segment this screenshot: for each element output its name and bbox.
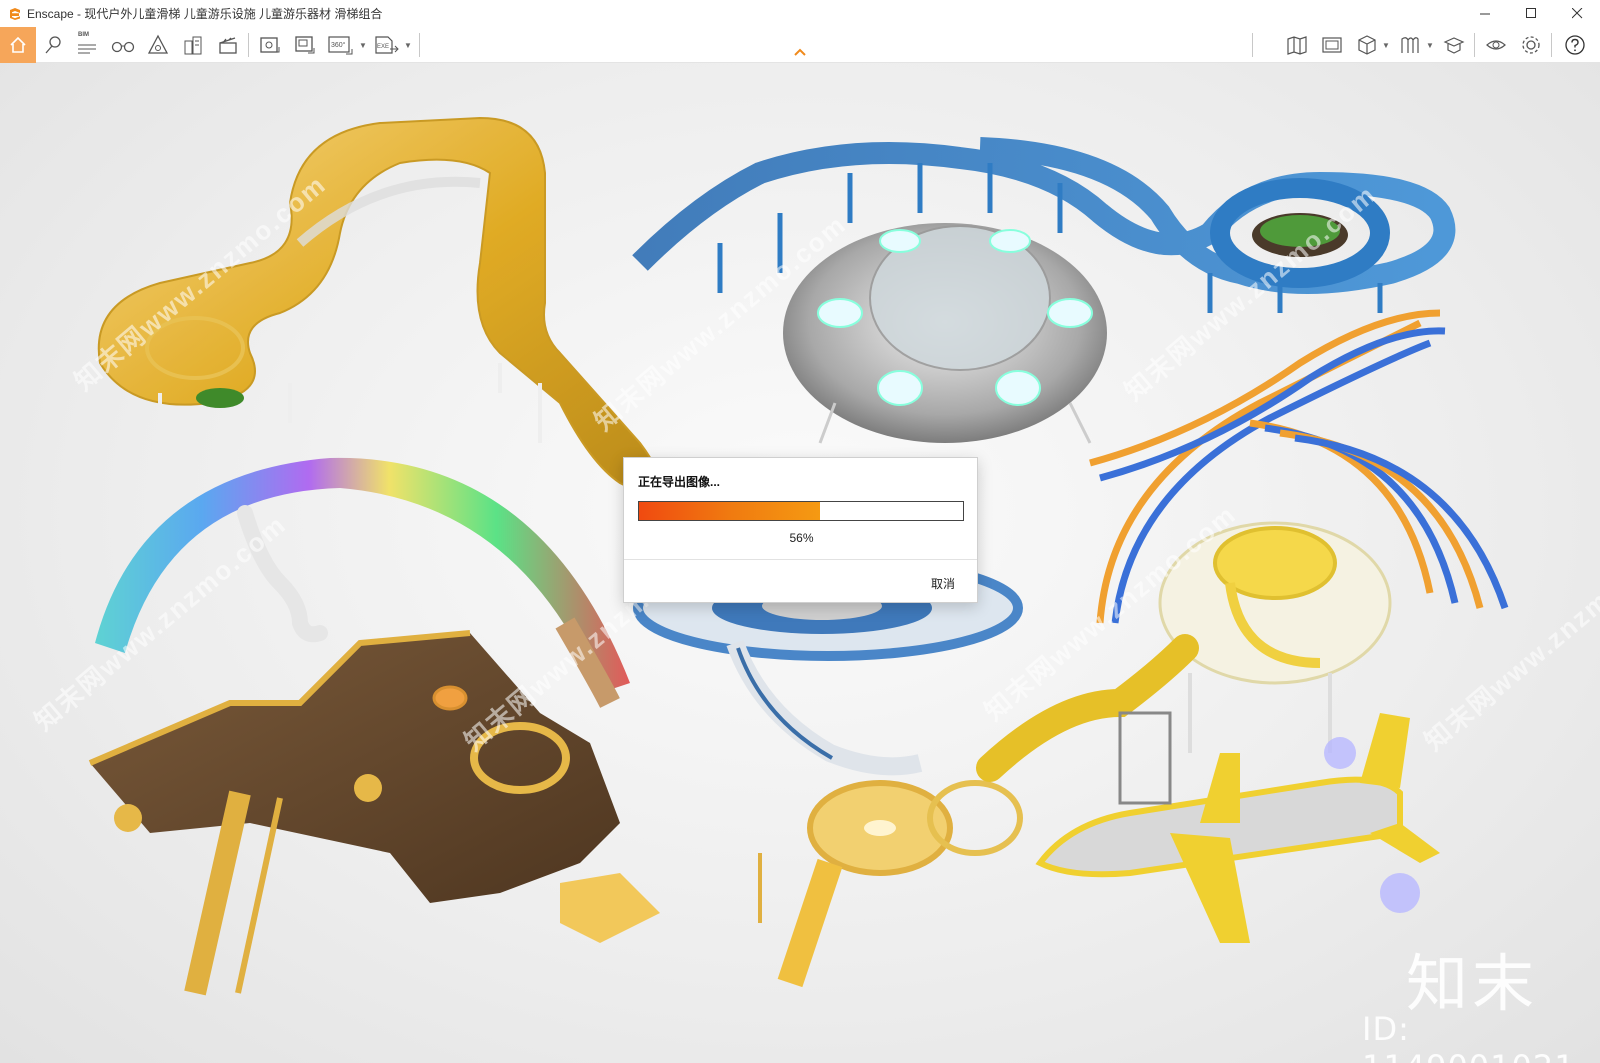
image-icon (1322, 37, 1342, 53)
enscape-logo-icon (10, 7, 20, 20)
progress-fill (639, 502, 821, 520)
dialog-title: 正在导出图像... (638, 475, 721, 489)
settings-icon (1522, 36, 1540, 54)
cube-dropdown-caret-icon[interactable]: ▼ (1382, 41, 1390, 50)
panorama-360-button[interactable]: 360° (328, 33, 356, 57)
toolbar: BIM 360° ▼ EXE ▼ ▼ ▼ (0, 27, 1600, 63)
dialog-divider (624, 559, 977, 560)
toolbar-separator (1474, 33, 1475, 57)
panorama-dropdown-caret-icon[interactable]: ▼ (359, 41, 367, 50)
cube-icon (1358, 35, 1376, 55)
material-dropdown-caret-icon[interactable]: ▼ (1426, 41, 1434, 50)
binoculars-button[interactable] (111, 33, 135, 57)
help-button[interactable] (1563, 33, 1587, 57)
asset-library-button[interactable] (1442, 33, 1466, 57)
panorama-360-label: 360° (331, 41, 346, 49)
cube-button[interactable] (1355, 33, 1379, 57)
wooden-deck-structure (88, 630, 660, 996)
asset-library-icon (1443, 37, 1465, 54)
visual-settings-icon (1486, 40, 1506, 50)
ufo-dome-structure (783, 223, 1107, 444)
buildings-icon (184, 36, 202, 55)
export-exe-button[interactable]: EXE (374, 33, 400, 57)
home-icon (10, 36, 26, 53)
export-exe-icon: EXE (375, 36, 399, 54)
airplane-structure (1035, 711, 1440, 943)
panorama-360-icon: 360° (328, 36, 353, 55)
help-icon (1565, 35, 1585, 55)
batch-render-icon (295, 36, 315, 54)
settings-button[interactable] (1519, 33, 1543, 57)
buildings-button[interactable] (181, 33, 205, 57)
clapperboard-icon (219, 37, 237, 54)
minimize-button[interactable] (1462, 0, 1508, 27)
pin-icon (45, 36, 61, 54)
toolbar-separator (419, 33, 420, 57)
close-button[interactable] (1554, 0, 1600, 27)
visual-settings-button[interactable] (1484, 33, 1508, 57)
export-dropdown-caret-icon[interactable]: ▼ (404, 41, 412, 50)
material-button[interactable] (1398, 33, 1422, 57)
yellow-tower-structure (758, 780, 1023, 988)
perspective-button[interactable] (146, 33, 170, 57)
toolbar-separator (248, 33, 249, 57)
bim-label: BIM (78, 32, 89, 38)
minimize-icon (1479, 13, 1490, 15)
home-button[interactable] (0, 27, 36, 63)
toolbar-separator (1252, 33, 1253, 57)
screenshot-icon (260, 37, 280, 53)
close-icon (1571, 8, 1582, 19)
pin-button[interactable] (41, 33, 65, 57)
clapperboard-button[interactable] (216, 33, 240, 57)
binoculars-icon (111, 41, 135, 53)
perspective-icon (147, 34, 169, 54)
brand-id: ID: 1149001021 (1362, 1010, 1575, 1063)
map-icon (1287, 36, 1307, 55)
batch-render-button[interactable] (293, 33, 317, 57)
map-button[interactable] (1285, 33, 1309, 57)
maximize-button[interactable] (1508, 0, 1554, 27)
window-title: Enscape - 现代户外儿童滑梯 儿童游乐设施 儿童游乐器材 滑梯组合 (27, 7, 383, 21)
cancel-button[interactable]: 取消 (931, 575, 955, 592)
progress-bar (638, 501, 964, 521)
export-progress-dialog: 正在导出图像... 56% 取消 (623, 457, 978, 603)
title-bar: Enscape - 现代户外儿童滑梯 儿童游乐设施 儿童游乐器材 滑梯组合 (0, 0, 1600, 27)
maximize-icon (1525, 8, 1536, 18)
export-exe-label: EXE (377, 44, 389, 50)
screenshot-button[interactable] (258, 33, 282, 57)
material-icon (1401, 37, 1419, 53)
progress-percent-text: 56% (789, 531, 814, 545)
toolbar-separator (1551, 33, 1552, 57)
image-button[interactable] (1320, 33, 1344, 57)
collapse-toolbar-caret-icon[interactable] (793, 47, 807, 57)
